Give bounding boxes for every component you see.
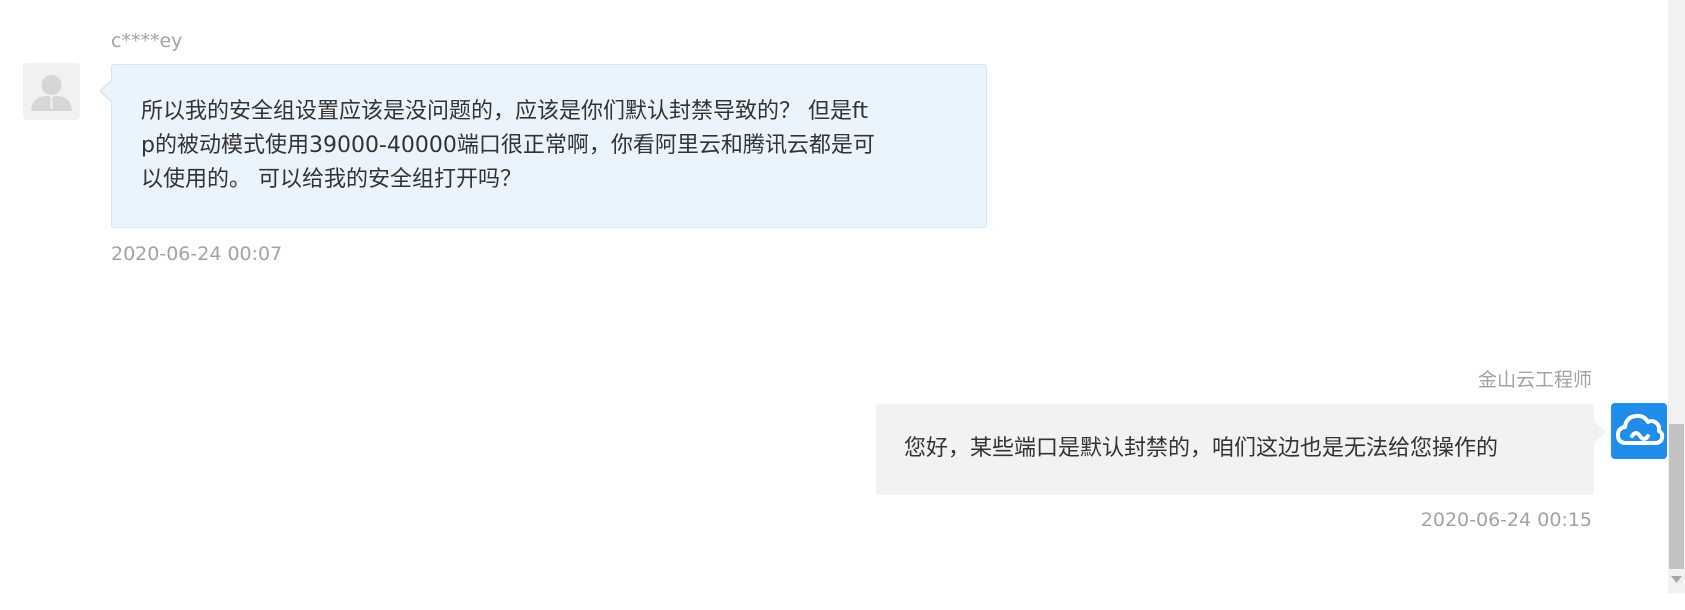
scroll-down-arrow-icon[interactable]: [1668, 571, 1685, 588]
user-silhouette-icon: [31, 75, 72, 111]
message-bubble-engineer: 您好，某些端口是默认封禁的，咱们这边也是无法给您操作的: [876, 404, 1606, 495]
message-line: 以使用的。 可以给我的安全组打开吗？: [141, 167, 522, 192]
cloud-icon: [1616, 413, 1665, 445]
triangle-down-icon: [1671, 576, 1682, 583]
bottom-edge: [0, 593, 1685, 610]
default-user-avatar-icon[interactable]: [23, 63, 80, 120]
message-line: p的被动模式使用39000-40000端口很正常啊，你看阿里云和腾讯云都是可: [141, 133, 875, 158]
sender-name-user: c****ey: [111, 30, 183, 52]
message-line: 所以我的安全组设置应该是没问题的，应该是你们默认封禁导致的？ 但是ft: [141, 99, 868, 124]
message-timestamp-user: 2020-06-24 00:07: [111, 243, 283, 265]
message-timestamp-engineer: 2020-06-24 00:15: [1420, 509, 1592, 531]
sender-name-engineer: 金山云工程师: [1477, 369, 1592, 391]
scrollbar-thumb[interactable]: [1669, 424, 1684, 569]
vertical-scrollbar[interactable]: [1668, 0, 1685, 593]
cloud-logo-icon[interactable]: [1611, 403, 1667, 459]
message-bubble-user: 所以我的安全组设置应该是没问题的，应该是你们默认封禁导致的？ 但是ft p的被动…: [99, 64, 987, 228]
